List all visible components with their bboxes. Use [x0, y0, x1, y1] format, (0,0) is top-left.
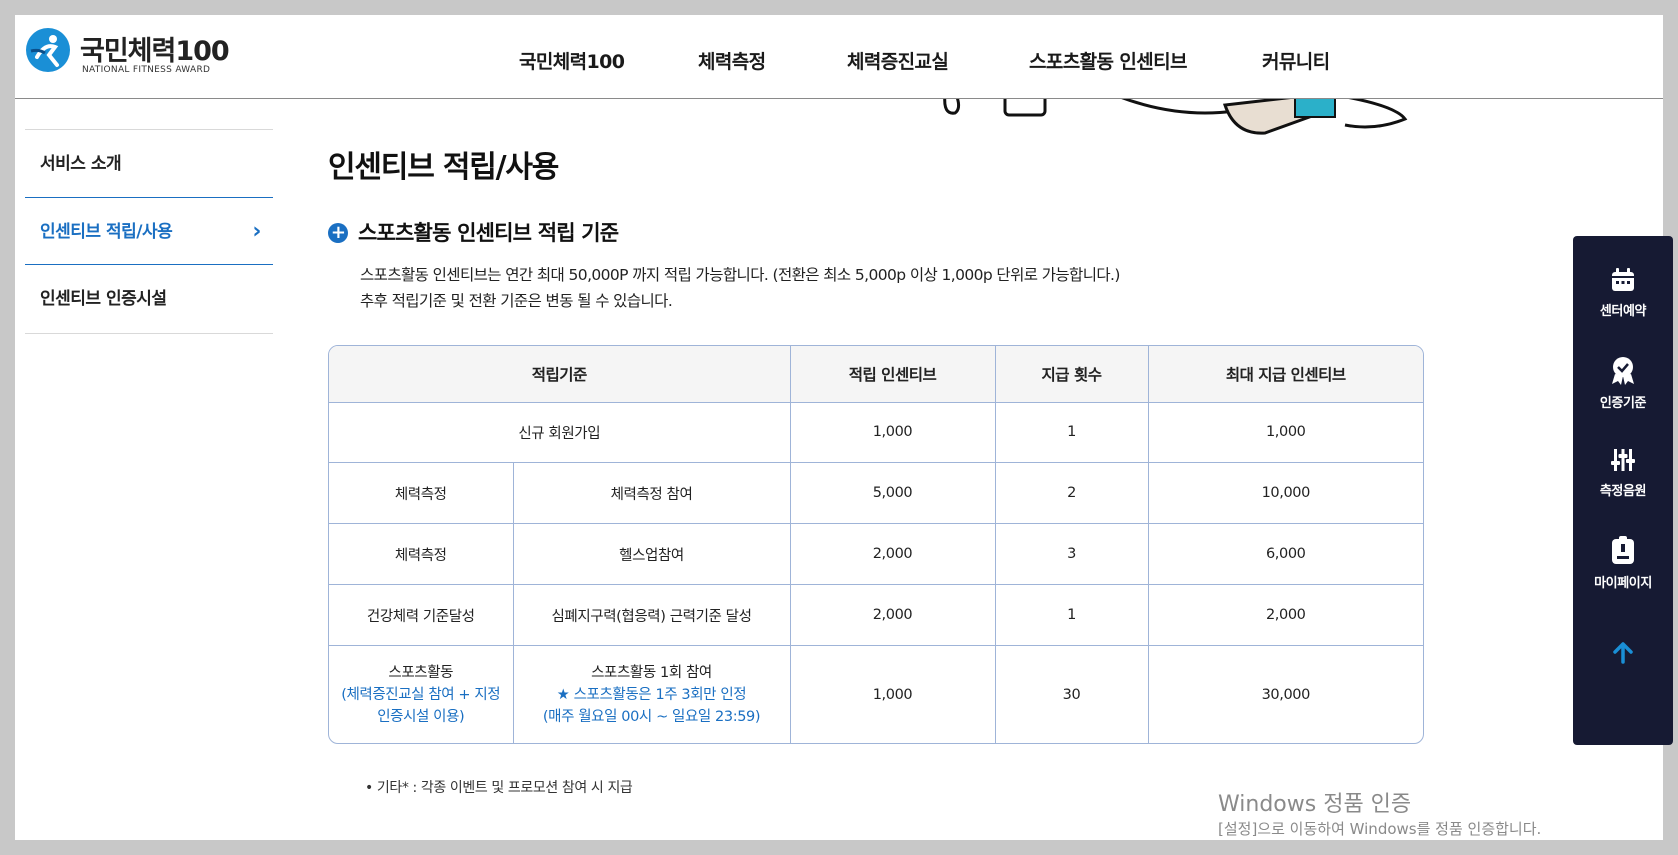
logo[interactable]: 국민체력100 NATIONAL FITNESS AWARD	[25, 25, 230, 75]
quick-menu-label: 마이페이지	[1594, 576, 1652, 591]
scroll-top-button[interactable]	[1573, 641, 1673, 671]
table-cell: 1	[995, 584, 1149, 647]
windows-activation-title: Windows 정품 인증	[1218, 792, 1412, 817]
sidebar-item-label: 인센티브 적립/사용	[40, 222, 173, 242]
nav-fitness-class[interactable]: 체력증진교실	[847, 47, 949, 74]
nav-measurement[interactable]: 체력측정	[698, 47, 766, 74]
table-cell: 1,000	[790, 402, 996, 464]
sidebar-item-label: 인센티브 인증시설	[40, 289, 167, 309]
table-cell: 1,000	[790, 645, 996, 743]
sidebar-item-certified-facilities[interactable]: 인센티브 인증시설	[25, 265, 273, 333]
table-row: 신규 회원가입 1,000 1 1,000	[329, 402, 1423, 464]
mypage-icon	[1612, 536, 1634, 564]
logo-subtext: NATIONAL FITNESS AWARD	[82, 65, 211, 75]
table-header: 최대 지급 인센티브	[1148, 346, 1423, 403]
sidebar-item-label: 서비스 소개	[40, 154, 122, 174]
table-cell: 체력측정	[329, 523, 514, 586]
quick-menu-audio[interactable]: 측정음원	[1573, 446, 1673, 499]
cell-note: ★ 스포츠활동은 1주 3회만 인정	[556, 686, 747, 703]
table-cell: 10,000	[1148, 462, 1423, 525]
table-header: 적립 인센티브	[790, 346, 996, 403]
table-row: 체력측정 헬스업참여 2,000 3 6,000	[329, 523, 1423, 586]
page: 국민체력100 NATIONAL FITNESS AWARD 국민체력100 체…	[15, 15, 1663, 840]
description-line: 스포츠활동 인센티브는 연간 최대 50,000P 까지 적립 가능합니다. (…	[360, 266, 1120, 284]
table-cell: 3	[995, 523, 1149, 586]
cell-note: 인증시설 이용)	[377, 708, 465, 725]
table-cell: 1	[995, 402, 1149, 464]
quick-menu: 센터예약 인증기준 측정음원 마이페이지	[1573, 236, 1673, 745]
table-cell: 체력측정	[329, 462, 514, 525]
cell-text: 스포츠활동	[388, 664, 454, 681]
table-cell: 2,000	[1148, 584, 1423, 647]
table-row: 건강체력 기준달성 심폐지구력(협응력) 근력기준 달성 2,000 1 2,0…	[329, 584, 1423, 647]
section-title-text: 스포츠활동 인센티브 적립 기준	[358, 221, 619, 245]
cell-text: 스포츠활동 1회 참여	[591, 664, 712, 681]
quick-menu-certification[interactable]: 인증기준	[1573, 356, 1673, 411]
table-cell: 5,000	[790, 462, 996, 525]
table-header: 지급 횟수	[995, 346, 1149, 403]
calendar-icon	[1612, 268, 1634, 291]
description-line: 추후 적립기준 및 전환 기준은 변동 될 수 있습니다.	[360, 292, 673, 310]
logo-text: 국민체력100	[80, 36, 230, 67]
sidebar-item-incentive-use[interactable]: 인센티브 적립/사용 ›	[25, 197, 273, 265]
section-title: + 스포츠활동 인센티브 적립 기준	[328, 217, 619, 247]
table-cell: 30,000	[1261, 686, 1311, 703]
footnote-text: 기타* : 각종 이벤트 및 프로모션 참여 시 지급	[376, 780, 633, 796]
sidebar-divider	[25, 333, 273, 334]
table-cell: 6,000	[1148, 523, 1423, 586]
section-description: 스포츠활동 인센티브는 연간 최대 50,000P 까지 적립 가능합니다. (…	[360, 262, 1120, 314]
windows-activation-text: [설정]으로 이동하여 Windows를 정품 인증합니다.	[1218, 820, 1542, 838]
quick-menu-label: 인증기준	[1599, 396, 1647, 411]
footnote: • 기타* : 각종 이벤트 및 프로모션 참여 시 지급	[365, 780, 633, 796]
sidebar: 서비스 소개 인센티브 적립/사용 › 인센티브 인증시설	[25, 129, 273, 334]
table-row: 스포츠활동 (체력증진교실 참여 + 지정 인증시설 이용) 스포츠활동 1회 …	[329, 645, 1423, 743]
table-cell: 체력측정 참여	[513, 462, 791, 525]
table-header: 적립기준	[329, 346, 791, 403]
table-row: 체력측정 체력측정 참여 5,000 2 10,000	[329, 462, 1423, 525]
arrow-up-icon	[1613, 642, 1633, 664]
table-cell: 2	[995, 462, 1149, 525]
table-cell: 1,000	[1148, 402, 1423, 464]
plus-circle-icon: +	[328, 223, 348, 243]
badge-icon	[1612, 357, 1634, 385]
nav-sports-incentive[interactable]: 스포츠활동 인센티브	[1029, 47, 1188, 74]
table-header-row: 적립기준 적립 인센티브 지급 횟수 최대 지급 인센티브	[329, 346, 1423, 403]
table-cell: 심폐지구력(협응력) 근력기준 달성	[513, 584, 791, 647]
site-header: 국민체력100 NATIONAL FITNESS AWARD 국민체력100 체…	[15, 15, 1663, 99]
quick-menu-mypage[interactable]: 마이페이지	[1573, 536, 1673, 591]
table-cell: 신규 회원가입	[329, 402, 791, 464]
cell-note: (매주 월요일 00시 ~ 일요일 23:59)	[542, 708, 761, 725]
sliders-icon	[1611, 449, 1635, 471]
table-cell: 2,000	[790, 523, 996, 586]
page-title: 인센티브 적립/사용	[328, 150, 559, 185]
chevron-right-icon: ›	[252, 219, 261, 244]
quick-menu-reservation[interactable]: 센터예약	[1573, 266, 1673, 319]
cell-note: (체력증진교실 참여 + 지정	[341, 686, 501, 703]
table-cell: 건강체력 기준달성	[329, 584, 514, 647]
table-cell: 30	[995, 645, 1149, 743]
table-cell: 스포츠활동 1회 참여 ★ 스포츠활동은 1주 3회만 인정 (매주 월요일 0…	[513, 645, 791, 743]
table-cell: 스포츠활동 (체력증진교실 참여 + 지정 인증시설 이용)	[329, 645, 514, 743]
quick-menu-label: 측정음원	[1599, 484, 1647, 499]
table-cell: 2,000	[790, 584, 996, 647]
table-cell: 헬스업참여	[513, 523, 791, 586]
incentive-table: 적립기준 적립 인센티브 지급 횟수 최대 지급 인센티브 신규 회원가입 1,…	[328, 345, 1424, 744]
quick-menu-label: 센터예약	[1599, 304, 1647, 319]
nav-community[interactable]: 커뮤니티	[1262, 47, 1330, 74]
sidebar-item-service-intro[interactable]: 서비스 소개	[25, 129, 273, 197]
logo-icon	[26, 28, 70, 72]
nav-fitness100[interactable]: 국민체력100	[519, 47, 625, 74]
